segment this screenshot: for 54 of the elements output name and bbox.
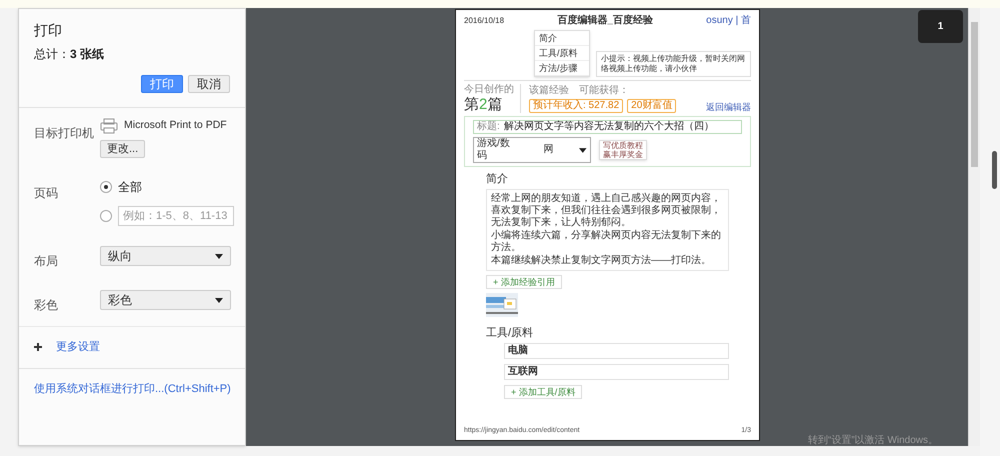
- earn-label: 该篇经验: [529, 85, 569, 97]
- wealth-badge: 20财富值: [627, 99, 676, 113]
- add-reference-button[interactable]: + 添加经验引用: [486, 275, 562, 289]
- caret-icon: [215, 298, 223, 302]
- promo-text: 赢丰厚奖金: [603, 150, 643, 159]
- page-date: 2016/10/18: [464, 15, 504, 27]
- add-tool-button[interactable]: + 添加工具/原料: [504, 385, 582, 399]
- nav-menu-item[interactable]: 方法/步骤: [535, 61, 589, 76]
- section-heading: 简介: [486, 173, 509, 185]
- editor-link[interactable]: 返回编辑器: [706, 101, 751, 113]
- nav-menu-item[interactable]: 简介: [535, 31, 589, 46]
- category-select[interactable]: 游戏/数码 网: [473, 137, 591, 163]
- today-count-prefix: 第: [464, 96, 479, 113]
- printer-name: Microsoft Print to PDF: [124, 118, 227, 134]
- tool-field[interactable]: 互联网: [504, 364, 729, 380]
- page-number-badge: 1: [918, 10, 963, 43]
- title-field[interactable]: 标题: 解决网页文字等内容无法复制的六个大招（四）: [473, 120, 742, 134]
- today-count-number: 2: [479, 96, 488, 113]
- radio-label: 全部: [118, 179, 142, 196]
- printer-icon: [100, 118, 118, 134]
- intro-paragraph: 经常上网的朋友知道，遇上自己感兴趣的网页内容，喜欢复制下来，但我们往往会遇到很多网页被限制，无法复制下来，让人特别郁闷。: [491, 193, 722, 229]
- intro-text-area[interactable]: 经常上网的朋友知道，遇上自己感兴趣的网页内容，喜欢复制下来，但我们往往会遇到很多网页被限制，无法复制下来，让人特别郁闷。 小编将连续六篇，分享解决网页内容无法复制下来的方法。 本篇继续解决禁止复制文字网页方法——打印法。: [486, 189, 729, 271]
- nav-menu-item[interactable]: 工具/原料: [535, 46, 589, 61]
- setting-label: 彩色: [34, 297, 59, 314]
- dialog-title: 打印: [34, 21, 63, 39]
- page-total: 总计：3 张纸: [34, 46, 106, 63]
- dropdown[interactable]: 彩色: [100, 290, 231, 310]
- today-label: 今日创作的: [464, 84, 514, 96]
- caret-icon: [215, 254, 223, 258]
- today-count-suffix: 篇: [487, 96, 502, 113]
- setting-label: 页码: [34, 185, 59, 202]
- user-links: osuny | 首: [706, 15, 751, 27]
- radio-button[interactable]: [100, 181, 112, 193]
- page-range-field[interactable]: 例如：1-5、8、11-13: [118, 206, 234, 226]
- setting-label: 目标打印机: [34, 125, 95, 142]
- radio-button[interactable]: [100, 210, 112, 222]
- tool-field[interactable]: 电脑: [504, 343, 729, 359]
- more-settings-link[interactable]: 更多设置: [56, 339, 100, 356]
- page-title: 百度编辑器_百度经验: [557, 15, 653, 27]
- system-dialog-link[interactable]: 使用系统对话框进行打印...(Ctrl+Shift+P): [34, 382, 231, 394]
- income-badge: 预计年收入: 527.82: [529, 99, 624, 113]
- change-button[interactable]: 更改...: [100, 140, 146, 158]
- dropdown[interactable]: 纵向: [100, 246, 231, 266]
- promo-text: 写优质教程: [603, 141, 643, 150]
- earn-label: 可能获得：: [579, 85, 629, 97]
- setting-label: 布局: [34, 253, 59, 270]
- plus-icon: [34, 343, 42, 352]
- caret-icon: [579, 148, 587, 152]
- intro-paragraph: 小编将连续六篇，分享解决网页内容无法复制下来的方法。: [491, 230, 722, 254]
- tip-box: 小提示：视频上传功能升级，暂时关闭网络视频上传功能，请小伙伴: [596, 51, 751, 77]
- section-heading: 工具/原料: [486, 327, 534, 339]
- intro-paragraph: 本篇继续解决禁止复制文字网页方法——打印法。: [491, 255, 712, 267]
- cancel-button[interactable]: 取消: [188, 75, 230, 93]
- activation-notice: 转到“设置”以激活 Windows。: [808, 436, 938, 446]
